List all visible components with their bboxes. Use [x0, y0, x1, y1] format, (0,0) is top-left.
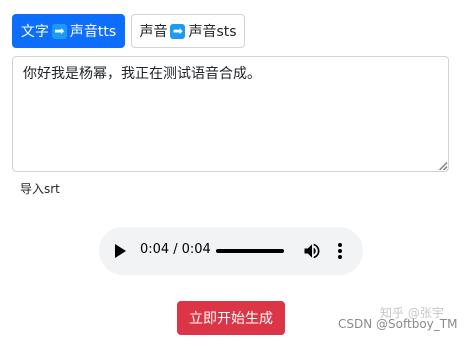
text-input[interactable]: [12, 56, 449, 172]
watermark-csdn: CSDN @Softboy_TM: [338, 317, 458, 331]
tab-tts-right-label: 声音tts: [69, 24, 117, 40]
audio-player[interactable]: 0:04/0:04: [99, 227, 363, 275]
progress-bar[interactable]: [216, 249, 284, 253]
page: 文字 ➡ 声音tts 声音 ➡ 声音sts 导入srt 0:04/0:04 立即…: [0, 0, 474, 340]
import-srt-link[interactable]: 导入srt: [20, 180, 60, 197]
arrow-right-icon: ➡: [170, 23, 186, 39]
volume-icon[interactable]: [302, 241, 322, 261]
time-separator: /: [173, 242, 178, 257]
tab-speech-to-speech[interactable]: 声音 ➡ 声音sts: [131, 14, 245, 48]
arrow-right-icon: ➡: [51, 23, 67, 39]
more-vertical-icon[interactable]: [335, 241, 345, 261]
start-generate-button[interactable]: 立即开始生成: [177, 301, 285, 335]
tab-tts-left-label: 文字: [20, 24, 49, 40]
tab-text-to-speech[interactable]: 文字 ➡ 声音tts: [12, 14, 125, 48]
current-time: 0:04: [140, 242, 170, 257]
time-display: 0:04/0:04: [140, 242, 211, 257]
duration: 0:04: [181, 242, 211, 257]
tab-sts-right-label: 声音sts: [188, 24, 237, 40]
play-icon[interactable]: [115, 244, 126, 258]
tab-sts-left-label: 声音: [139, 24, 168, 40]
